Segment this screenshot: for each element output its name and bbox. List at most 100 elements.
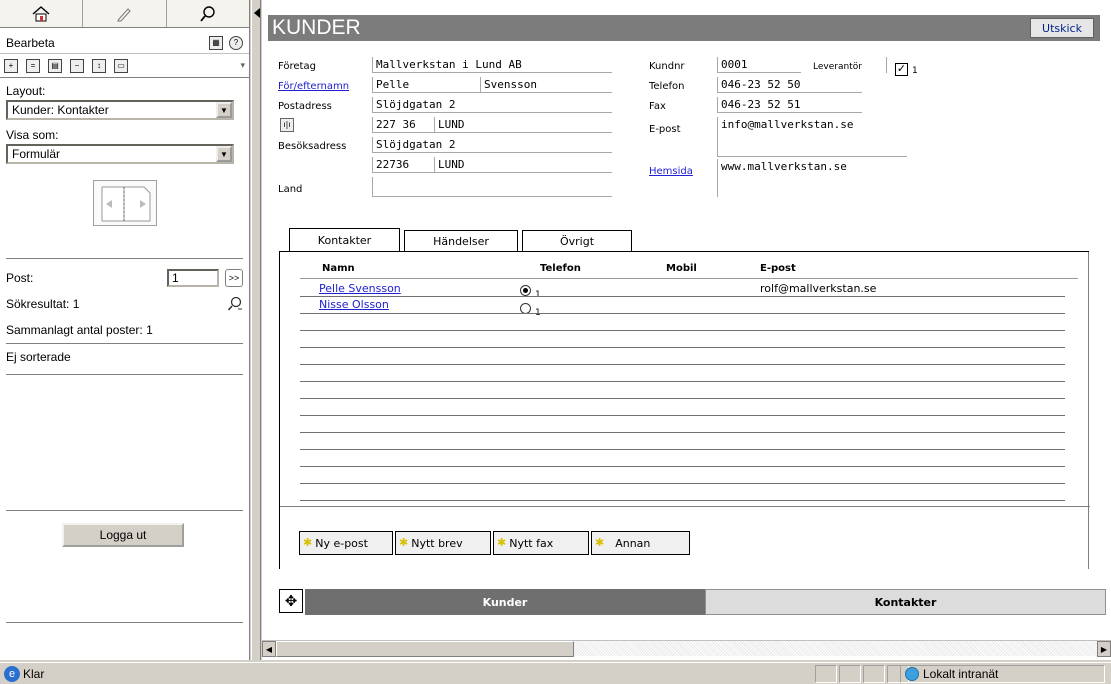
fornamn-field[interactable]: Pelle	[372, 77, 480, 93]
total-records-row: Sammanlagt antal poster: 1	[0, 317, 249, 343]
total-records-count: Sammanlagt antal poster: 1	[6, 323, 153, 337]
print-icon[interactable]: ▭	[114, 58, 128, 73]
nytt-brev-label: Nytt brev	[411, 536, 463, 550]
annan-button[interactable]: ✱ Annan	[591, 531, 690, 555]
annan-label: Annan	[615, 536, 651, 550]
post-number-input[interactable]: 1	[167, 269, 219, 287]
besoksadress-field[interactable]: Slöjdgatan 2	[372, 137, 612, 153]
foretag-field[interactable]: Mallverkstan i Lund AB	[372, 57, 612, 73]
contact-name-link[interactable]: Pelle Svensson	[319, 282, 401, 295]
search-icon[interactable]	[227, 296, 243, 312]
telefon-field[interactable]: 046-23 52 50	[717, 77, 862, 93]
ny-epost-label: Ny e-post	[315, 536, 368, 550]
sidebar-splitter[interactable]	[251, 0, 261, 660]
contact-primary-radio[interactable]	[520, 285, 531, 296]
hemsida-link[interactable]: Hemsida	[649, 166, 693, 177]
delete-record-icon[interactable]: −	[70, 58, 84, 73]
zone-label: Lokalt intranät	[923, 667, 999, 681]
tab-ovrigt[interactable]: Övrigt	[522, 230, 632, 252]
status-text: Klar	[23, 666, 45, 681]
nytt-brev-button[interactable]: ✱ Nytt brev	[395, 531, 491, 555]
leverantor-checkbox[interactable]: ✓	[895, 63, 908, 76]
logout-button[interactable]: Logga ut	[62, 523, 184, 547]
search-result-count: Sökresultat: 1	[6, 297, 80, 311]
postnr-field[interactable]: 227 36	[372, 117, 434, 133]
help-icon[interactable]: ?	[229, 35, 243, 50]
star-icon: ✱	[399, 536, 409, 549]
column-header-telefon: Telefon	[540, 263, 581, 274]
visa-som-select-value: Formulär	[12, 147, 61, 161]
pencil-icon	[117, 7, 132, 21]
toolbar-dropdown-icon[interactable]: ▾	[240, 60, 245, 71]
column-header-epost: E-post	[760, 263, 796, 274]
chevron-down-icon[interactable]: ▼	[216, 102, 232, 118]
record-navigator[interactable]	[92, 180, 157, 226]
star-icon: ✱	[595, 536, 605, 549]
postadress-field[interactable]: Slöjdgatan 2	[372, 97, 612, 113]
besok-postnr-field[interactable]: 22736	[372, 157, 434, 173]
browser-icon: e	[4, 665, 20, 682]
leverantor-value: 1	[912, 66, 918, 76]
tab-handelser[interactable]: Händelser	[404, 230, 518, 252]
scroll-left-icon[interactable]: ◀	[262, 641, 276, 657]
horizontal-scrollbar[interactable]: ◀ ▶	[262, 640, 1111, 657]
namn-link[interactable]: För/efternamn	[278, 81, 349, 92]
chevron-down-icon[interactable]: ▼	[216, 146, 232, 162]
telefon-label: Telefon	[649, 81, 685, 92]
hemsida-field[interactable]: www.mallverkstan.se	[717, 159, 907, 197]
collapse-arrow-icon[interactable]	[254, 8, 260, 18]
page-title: KUNDER	[272, 16, 361, 39]
leverantor-label: Leverantör	[813, 62, 862, 72]
land-label: Land	[278, 184, 303, 195]
table-view-icon[interactable]: ▤	[48, 58, 62, 73]
status-bar: e Klar Lokalt intranät	[0, 662, 1111, 684]
sort-status: Ej sorterade	[6, 350, 71, 364]
post-label: Post:	[6, 271, 34, 285]
sort-status-row: Ej sorterade	[0, 344, 249, 370]
contact-name-link[interactable]: Nisse Olsson	[319, 298, 389, 311]
find-button[interactable]	[167, 0, 249, 27]
status-cells	[815, 665, 909, 683]
fax-label: Fax	[649, 101, 666, 112]
title-bar: KUNDER Utskick	[268, 15, 1100, 41]
besok-ort-field[interactable]: LUND	[434, 157, 612, 173]
copy-address-icon[interactable]: ı|ı	[280, 118, 294, 132]
sidebar: Bearbeta ▦ ? + = ▤ − ↕ ▭ ▾ Layout: Kunde…	[0, 0, 250, 660]
nav-kontakter-button[interactable]: Kontakter	[705, 589, 1106, 615]
bearbeta-label: Bearbeta	[6, 35, 55, 50]
star-icon: ✱	[303, 536, 313, 549]
sort-icon[interactable]: ↕	[92, 58, 106, 73]
record-toolbar: + = ▤ − ↕ ▭ ▾	[0, 54, 249, 78]
search-result-row: Sökresultat: 1	[0, 291, 249, 317]
book-navigator-icon	[101, 186, 150, 222]
new-record-icon[interactable]: +	[4, 58, 18, 73]
layout-select[interactable]: Kunder: Kontakter ▼	[6, 100, 234, 120]
post-row: Post: 1 >>	[0, 265, 249, 291]
utskick-button[interactable]: Utskick	[1030, 18, 1094, 38]
nytt-fax-button[interactable]: ✱ Nytt fax	[493, 531, 589, 555]
duplicate-record-icon[interactable]: =	[26, 58, 40, 73]
edit-button[interactable]	[83, 0, 167, 27]
layout-select-value: Kunder: Kontakter	[12, 103, 109, 117]
visa-som-label: Visa som:	[6, 128, 59, 142]
tab-kontakter[interactable]: Kontakter	[289, 228, 400, 252]
epost-field[interactable]: info@mallverkstan.se	[717, 117, 907, 157]
ny-epost-button[interactable]: ✱ Ny e-post	[299, 531, 393, 555]
star-icon: ✱	[497, 536, 507, 549]
visa-som-select[interactable]: Formulär ▼	[6, 144, 234, 164]
kundnr-field[interactable]: 0001	[717, 57, 801, 73]
ort-field[interactable]: LUND	[434, 117, 612, 133]
home-button[interactable]	[0, 0, 84, 27]
kundnr-label: Kundnr	[649, 61, 685, 72]
land-field[interactable]	[372, 177, 612, 197]
next-record-button[interactable]: >>	[225, 269, 243, 287]
nav-kunder-button[interactable]: Kunder	[305, 589, 705, 615]
move-arrows-icon[interactable]: ✥	[279, 589, 303, 613]
scroll-right-icon[interactable]: ▶	[1097, 641, 1111, 657]
fax-field[interactable]: 046-23 52 51	[717, 97, 862, 113]
search-icon	[200, 5, 215, 22]
efternamn-field[interactable]: Svensson	[480, 77, 612, 93]
main-content: KUNDER Utskick Företag Mallverkstan i Lu…	[262, 0, 1111, 660]
scrollbar-thumb[interactable]	[276, 641, 574, 657]
calendar-icon[interactable]: ▦	[209, 35, 223, 50]
